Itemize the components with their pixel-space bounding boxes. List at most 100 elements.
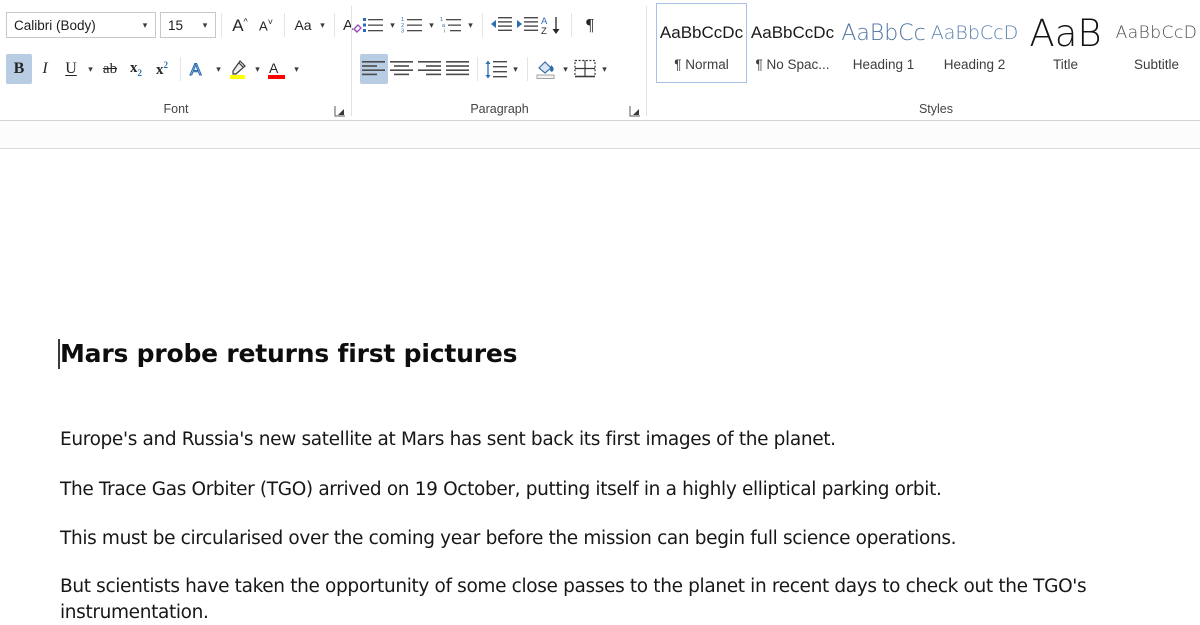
bold-icon: B bbox=[13, 60, 25, 77]
grow-font-icon: A^ bbox=[232, 15, 248, 35]
sort-button[interactable]: A Z bbox=[540, 10, 566, 40]
subscript-icon: x2 bbox=[130, 59, 142, 78]
shading-button[interactable] bbox=[533, 54, 559, 84]
font-row-top: Calibri (Body) ▾ 15 ▾ A^ A˅ Aa ▾ A bbox=[6, 9, 366, 41]
style-label-no-spacing: ¶ No Spac... bbox=[755, 57, 830, 72]
multilevel-list-chevron-down-icon[interactable]: ▾ bbox=[464, 10, 477, 40]
subscript-button[interactable]: x2 bbox=[123, 54, 149, 84]
ribbon-group-paragraph: ▾ 1 2 3 ▾ 1 a i ▾ A Z ¶ ▾ ▾ ▾ Paragraph bbox=[352, 0, 647, 121]
align-center-icon bbox=[390, 61, 413, 76]
style-label-normal: ¶ Normal bbox=[674, 57, 729, 72]
style-preview-heading-1: AaBbCc bbox=[841, 20, 926, 46]
line-spacing-button[interactable] bbox=[483, 54, 509, 84]
align-right-button[interactable] bbox=[416, 54, 444, 84]
font-name-chevron-down-icon[interactable]: ▾ bbox=[135, 13, 155, 37]
divider bbox=[477, 57, 478, 81]
styles-gallery[interactable]: AaBbCcDc ¶ Normal AaBbCcDc ¶ No Spac... … bbox=[656, 3, 1200, 89]
italic-button[interactable]: I bbox=[32, 54, 58, 84]
document-paragraph: The Trace Gas Orbiter (TGO) arrived on 1… bbox=[60, 479, 942, 500]
bullets-chevron-down-icon[interactable]: ▾ bbox=[386, 10, 399, 40]
font-size-chevron-down-icon[interactable]: ▾ bbox=[195, 13, 215, 37]
strikethrough-button[interactable]: ab bbox=[97, 54, 123, 84]
divider bbox=[180, 57, 181, 81]
styles-group-body: AaBbCcDc ¶ Normal AaBbCcDc ¶ No Spac... … bbox=[656, 0, 1200, 96]
font-group-body: Calibri (Body) ▾ 15 ▾ A^ A˅ Aa ▾ A B I U… bbox=[0, 0, 362, 96]
svg-text:A: A bbox=[190, 60, 202, 79]
svg-text:Z: Z bbox=[541, 26, 547, 35]
increase-indent-button[interactable] bbox=[514, 10, 540, 40]
align-center-button[interactable] bbox=[388, 54, 416, 84]
font-size-value: 15 bbox=[168, 17, 184, 33]
multilevel-list-icon: 1 a i bbox=[440, 17, 461, 35]
style-item-no-spacing[interactable]: AaBbCcDc ¶ No Spac... bbox=[747, 3, 838, 83]
line-spacing-chevron-down-icon[interactable]: ▾ bbox=[509, 54, 522, 84]
style-preview-normal: AaBbCcDc bbox=[659, 23, 744, 42]
text-highlight-color-button[interactable] bbox=[225, 54, 251, 84]
divider bbox=[571, 13, 572, 37]
font-size-input[interactable]: 15 ▾ bbox=[160, 12, 216, 38]
shading-chevron-down-icon[interactable]: ▾ bbox=[559, 54, 572, 84]
underline-button[interactable]: U bbox=[58, 54, 84, 84]
increase-indent-icon bbox=[517, 17, 538, 31]
document-page[interactable]: Mars probe returns first pictures Europe… bbox=[0, 149, 1200, 623]
show-formatting-marks-button[interactable]: ¶ bbox=[577, 10, 603, 40]
document-area[interactable]: Mars probe returns first pictures Europe… bbox=[0, 121, 1200, 623]
ribbon-group-font: Calibri (Body) ▾ 15 ▾ A^ A˅ Aa ▾ A B I U… bbox=[0, 0, 362, 121]
font-name-input[interactable]: Calibri (Body) ▾ bbox=[6, 12, 156, 38]
style-item-subtitle[interactable]: AaBbCcD Subtitle bbox=[1111, 3, 1200, 83]
style-preview-title: AaB bbox=[1029, 11, 1102, 55]
justify-icon bbox=[446, 61, 469, 76]
change-case-chevron-down-icon[interactable]: ▾ bbox=[316, 10, 329, 40]
borders-chevron-down-icon[interactable]: ▾ bbox=[598, 54, 611, 84]
change-case-button[interactable]: Aa bbox=[290, 10, 316, 40]
style-preview-no-spacing: AaBbCcDc bbox=[750, 23, 835, 42]
superscript-button[interactable]: x2 bbox=[149, 54, 175, 84]
divider bbox=[482, 13, 483, 37]
borders-button[interactable] bbox=[572, 54, 598, 84]
align-left-icon bbox=[362, 61, 385, 76]
numbering-chevron-down-icon[interactable]: ▾ bbox=[425, 10, 438, 40]
svg-text:i: i bbox=[444, 29, 445, 35]
bold-button[interactable]: B bbox=[6, 54, 32, 84]
bullets-icon bbox=[363, 18, 383, 32]
text-effects-icon: A bbox=[189, 59, 202, 79]
font-row-bottom: B I U ▾ ab x2 x2 A ▾ ▾ A ▾ bbox=[6, 53, 303, 85]
decrease-indent-button[interactable] bbox=[488, 10, 514, 40]
style-item-title[interactable]: AaB Title bbox=[1020, 3, 1111, 83]
paragraph-row-bottom: ▾ ▾ ▾ bbox=[360, 53, 611, 85]
style-item-heading-2[interactable]: AaBbCcD Heading 2 bbox=[929, 3, 1020, 83]
decrease-indent-icon bbox=[491, 17, 512, 31]
paragraph-dialog-launcher[interactable] bbox=[629, 105, 641, 117]
text-effects-chevron-down-icon[interactable]: ▾ bbox=[212, 54, 225, 84]
align-right-icon bbox=[418, 61, 441, 76]
align-left-button[interactable] bbox=[360, 54, 388, 84]
paragraph-group-body: ▾ 1 2 3 ▾ 1 a i ▾ A Z ¶ ▾ ▾ ▾ bbox=[352, 0, 647, 96]
styles-group-label: Styles bbox=[918, 101, 954, 116]
style-item-heading-1[interactable]: AaBbCc Heading 1 bbox=[838, 3, 929, 83]
justify-button[interactable] bbox=[444, 54, 472, 84]
underline-chevron-down-icon[interactable]: ▾ bbox=[84, 54, 97, 84]
style-label-subtitle: Subtitle bbox=[1133, 57, 1180, 72]
divider bbox=[527, 57, 528, 81]
font-color-button[interactable]: A bbox=[264, 54, 290, 84]
style-preview-heading-2: AaBbCcD bbox=[930, 22, 1019, 44]
grow-font-button[interactable]: A^ bbox=[227, 10, 253, 40]
shrink-font-button[interactable]: A˅ bbox=[253, 10, 279, 40]
style-item-normal[interactable]: AaBbCcDc ¶ Normal bbox=[656, 3, 747, 83]
divider bbox=[221, 13, 222, 37]
highlighter-pen-icon bbox=[230, 59, 246, 79]
numbering-button[interactable]: 1 2 3 bbox=[399, 10, 425, 40]
divider bbox=[284, 13, 285, 37]
bullets-button[interactable] bbox=[360, 10, 386, 40]
sort-az-icon: A Z bbox=[541, 16, 560, 35]
multilevel-list-button[interactable]: 1 a i bbox=[438, 10, 464, 40]
pilcrow-icon: ¶ bbox=[586, 15, 594, 34]
text-highlight-color-chevron-down-icon[interactable]: ▾ bbox=[251, 54, 264, 84]
font-dialog-launcher[interactable] bbox=[334, 105, 346, 117]
svg-text:A: A bbox=[269, 60, 279, 76]
style-label-heading-2: Heading 2 bbox=[943, 57, 1006, 72]
borders-icon bbox=[574, 59, 596, 78]
document-paragraph: But scientists have taken the opportunit… bbox=[60, 576, 1087, 623]
font-color-chevron-down-icon[interactable]: ▾ bbox=[290, 54, 303, 84]
text-effects-button[interactable]: A bbox=[186, 54, 212, 84]
